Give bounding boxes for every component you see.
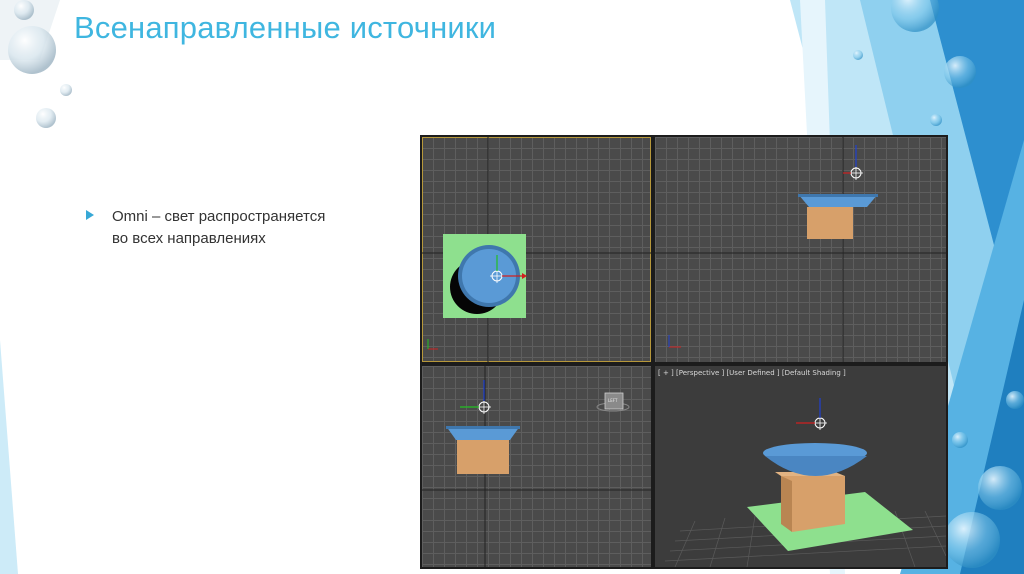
viewport-front[interactable]: [655, 137, 946, 362]
top-view-scene: [422, 137, 651, 362]
viewport-top[interactable]: [422, 137, 651, 362]
bullet-text: Omni – свет распространяется во всех нап…: [112, 206, 325, 250]
viewport-perspective[interactable]: [ + ] [Perspective ] [User Defined ] [De…: [655, 366, 946, 567]
axis-gizmo-icon: [427, 339, 438, 350]
omni-light-icon[interactable]: [460, 380, 491, 414]
box[interactable]: [457, 439, 509, 474]
omni-light-icon[interactable]: [796, 398, 827, 430]
navcube-label: LEFT: [608, 398, 618, 403]
perspective-scene: [664, 398, 946, 567]
bullet-line-2: во всех направлениях: [112, 230, 266, 247]
axis-gizmo-icon: [668, 335, 681, 348]
slide-title: Всенаправленные источники: [74, 10, 497, 45]
bullet-arrow-icon: [86, 210, 94, 220]
max-viewport-screenshot: LEFT [ + ] [Perspective ] [User Defined …: [420, 135, 948, 569]
bullet-line-1: Omni – свет распространяется: [112, 208, 326, 225]
viewport-left[interactable]: LEFT: [422, 366, 651, 567]
slide: Всенаправленные источники Omni – свет ра…: [0, 0, 1024, 574]
front-view-scene: [655, 137, 946, 362]
left-view-scene: [422, 366, 651, 567]
omni-light-icon[interactable]: [843, 145, 863, 180]
box[interactable]: [807, 207, 853, 239]
